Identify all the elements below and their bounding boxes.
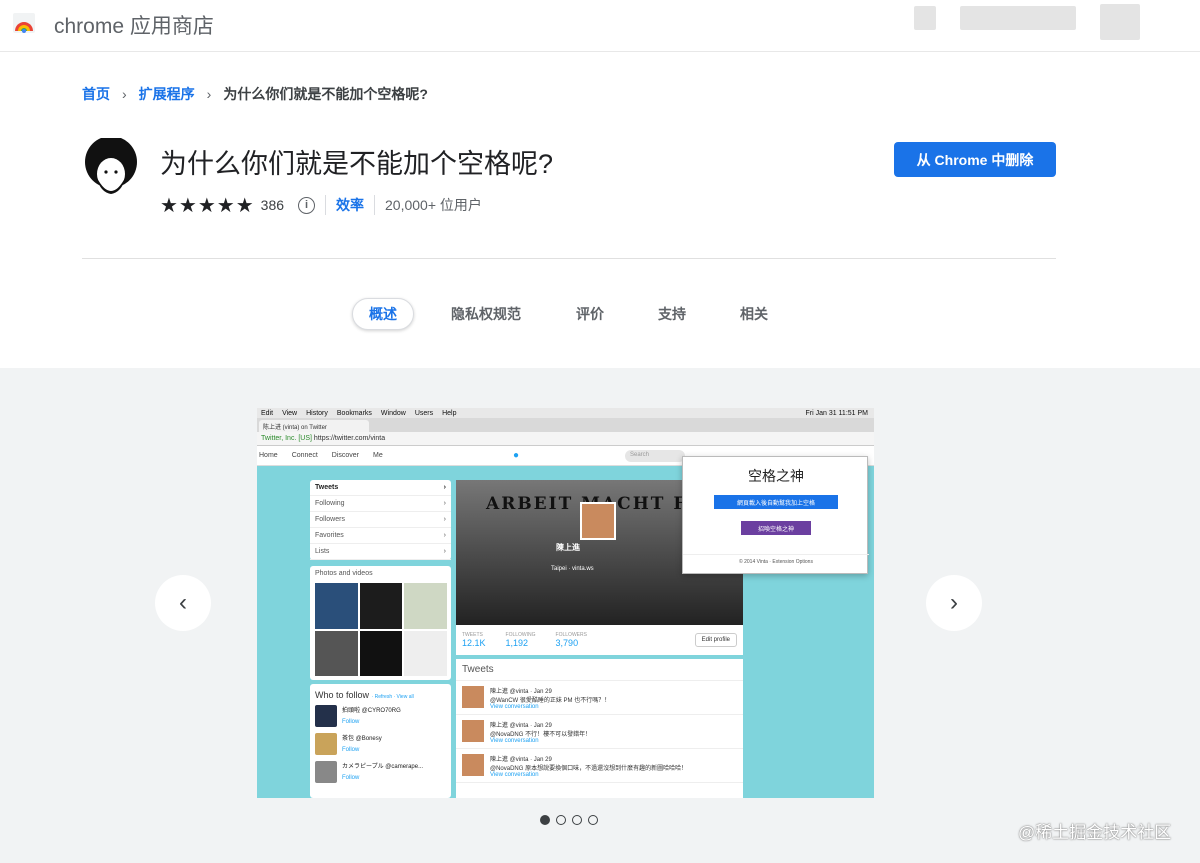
tab-overview[interactable]: 概述 bbox=[352, 298, 414, 330]
tw-tweets-heading: Tweets bbox=[456, 659, 743, 681]
divider bbox=[374, 195, 376, 215]
chevron-left-icon: ‹ bbox=[179, 589, 187, 616]
gallery-dots bbox=[540, 815, 598, 825]
tw-stat: FOLLOWING 1,192 bbox=[505, 632, 536, 648]
menubar-item: Help bbox=[442, 409, 457, 417]
blurred-account-area bbox=[1100, 4, 1140, 40]
avatar bbox=[580, 502, 616, 540]
tab-reviews[interactable]: 评价 bbox=[566, 298, 614, 330]
tw-menu-item: Followers › bbox=[310, 512, 451, 528]
tw-menu-item: Tweets › bbox=[310, 480, 451, 496]
tw-left-menu: Tweets › Following › Followers › Favorites ›… bbox=[310, 480, 451, 560]
tw-search: Search bbox=[625, 450, 685, 462]
tw-profile-bio: Taipei · vinta.ws bbox=[551, 566, 594, 572]
popup-auto-button: 網頁載入後自動幫我加上空格 bbox=[714, 495, 838, 509]
tw-wtf-title: Who to follow · Refresh · View all bbox=[315, 690, 414, 700]
tw-photos-label: Photos and videos bbox=[315, 570, 373, 577]
tw-suggestion: カメラピープル @camerape... Follow bbox=[310, 758, 451, 786]
tw-photos: Photos and videos bbox=[310, 566, 451, 680]
twitter-bird-icon: ● bbox=[513, 450, 520, 461]
remove-from-chrome-button[interactable]: 从 Chrome 中删除 bbox=[894, 142, 1056, 177]
divider bbox=[82, 258, 1056, 259]
extension-title: 为什么你们就是不能加个空格呢? bbox=[160, 149, 554, 179]
browser-tab: 陈上进 (vinta) on Twitter bbox=[259, 420, 369, 432]
gallery-prev-button[interactable]: ‹ bbox=[155, 575, 211, 631]
gallery-screenshot[interactable]: Edit View History Bookmarks Window Users… bbox=[257, 408, 874, 798]
blurred-account-area bbox=[960, 6, 1076, 30]
url-text: https://twitter.com/vinta bbox=[313, 435, 386, 442]
tw-stats: TWEETS 12.1K FOLLOWING 1,192 FOLLOWERS 3,79… bbox=[456, 625, 743, 655]
tw-tweet: 陳上進 @vinta · Jan 29 @NovaDNG 不行！樓不可以發錯年！ V… bbox=[456, 715, 743, 749]
watermark: @稀土掘金技术社区 bbox=[1018, 823, 1172, 842]
popup-footer: © 2014 Vinta · Extension Options bbox=[683, 554, 869, 565]
chevron-right-icon: › bbox=[122, 86, 127, 102]
tw-who-to-follow: Who to follow · Refresh · View all 拍頭啦 @… bbox=[310, 684, 451, 798]
tw-nav-item: Home bbox=[259, 452, 278, 459]
blurred-account-area bbox=[914, 6, 936, 30]
store-title[interactable]: chrome 应用商店 bbox=[54, 10, 214, 40]
breadcrumb-home[interactable]: 首页 bbox=[82, 84, 110, 104]
browser-tab-bar: 陈上进 (vinta) on Twitter bbox=[257, 418, 874, 432]
tab-privacy[interactable]: 隐私权规范 bbox=[446, 298, 526, 330]
menubar-clock: Fri Jan 31 11:51 PM bbox=[805, 409, 868, 417]
tw-stat: FOLLOWERS 3,790 bbox=[555, 632, 587, 648]
chrome-web-store-logo[interactable] bbox=[12, 10, 36, 34]
tw-edit-profile: Edit profile bbox=[694, 633, 737, 647]
url-bar: Twitter, Inc. [US] https://twitter.com/v… bbox=[257, 432, 874, 446]
breadcrumb-extensions[interactable]: 扩展程序 bbox=[139, 84, 195, 104]
gallery-dot[interactable] bbox=[540, 815, 550, 825]
tw-tweet: 陳上進 @vinta · Jan 29 @NovaDNG 原本想說要換個口味，不過… bbox=[456, 749, 743, 783]
breadcrumb: 首页 › 扩展程序 › 为什么你们就是不能加个空格呢? bbox=[82, 84, 428, 104]
tw-menu-item: Following › bbox=[310, 496, 451, 512]
tw-tweet: 陳上進 @vinta · Jan 29 @WanCW 很愛酷睡的正妹 PM 也不行… bbox=[456, 681, 743, 715]
mac-menubar: Edit View History Bookmarks Window Users… bbox=[257, 408, 874, 418]
gallery-dot[interactable] bbox=[556, 815, 566, 825]
tw-photo-grid bbox=[315, 583, 447, 676]
info-icon[interactable]: i bbox=[298, 196, 316, 214]
tw-profile-name: 陳上進 bbox=[556, 543, 580, 552]
url-prefix: Twitter, Inc. [US] bbox=[261, 435, 312, 442]
menubar-item: Window bbox=[380, 409, 406, 417]
tw-tweets: Tweets 陳上進 @vinta · Jan 29 @WanCW 很愛酷睡的正妹… bbox=[456, 659, 743, 798]
tw-nav-item: Discover bbox=[331, 452, 359, 459]
gallery-next-button[interactable]: › bbox=[926, 575, 982, 631]
extension-popup: 空格之神 網頁載入後自動幫我加上空格 招喚空格之神 © 2014 Vinta ·… bbox=[682, 456, 869, 574]
chevron-right-icon: › bbox=[206, 86, 212, 102]
rating-stars[interactable]: ★★★★★ bbox=[160, 193, 255, 218]
menubar-item: Edit bbox=[261, 409, 274, 417]
tw-nav-item: Me bbox=[373, 452, 383, 459]
tw-suggestion: 茶包 @Bonesy Follow bbox=[310, 730, 451, 758]
divider bbox=[325, 195, 327, 215]
menubar-item: Bookmarks bbox=[336, 409, 372, 417]
menubar-item: View bbox=[282, 409, 298, 417]
chevron-right-icon: › bbox=[950, 589, 958, 616]
menubar-item: History bbox=[306, 409, 328, 417]
user-count: 20,000+ 位用户 bbox=[385, 197, 482, 213]
tw-nav-item: Connect bbox=[291, 452, 318, 459]
tw-stat: TWEETS 12.1K bbox=[462, 632, 486, 648]
store-header: chrome 应用商店 bbox=[0, 0, 1200, 52]
category-link[interactable]: 效率 bbox=[336, 195, 364, 215]
gallery-dot[interactable] bbox=[572, 815, 582, 825]
tab-support[interactable]: 支持 bbox=[648, 298, 696, 330]
menubar-item: Users bbox=[414, 409, 434, 417]
extension-meta: ★★★★★ 386 i 效率 20,000+ 位用户 bbox=[160, 193, 482, 218]
popup-summon-button: 招喚空格之神 bbox=[741, 521, 811, 535]
extension-icon bbox=[85, 138, 137, 194]
tw-suggestion: 拍頭啦 @CYRO70RG Follow bbox=[310, 702, 451, 730]
tw-menu-item: Favorites › bbox=[310, 528, 451, 544]
screenshot-gallery: ‹ › Edit View History Bookmarks Window U… bbox=[0, 368, 1200, 863]
popup-title: 空格之神 bbox=[748, 468, 804, 484]
tw-menu-item: Lists › bbox=[310, 544, 451, 560]
tab-related[interactable]: 相关 bbox=[730, 298, 778, 330]
breadcrumb-current: 为什么你们就是不能加个空格呢? bbox=[223, 86, 428, 102]
detail-tabs: 概述 隐私权规范 评价 支持 相关 bbox=[0, 298, 1200, 332]
gallery-dot[interactable] bbox=[588, 815, 598, 825]
rating-count[interactable]: 386 bbox=[261, 197, 284, 213]
